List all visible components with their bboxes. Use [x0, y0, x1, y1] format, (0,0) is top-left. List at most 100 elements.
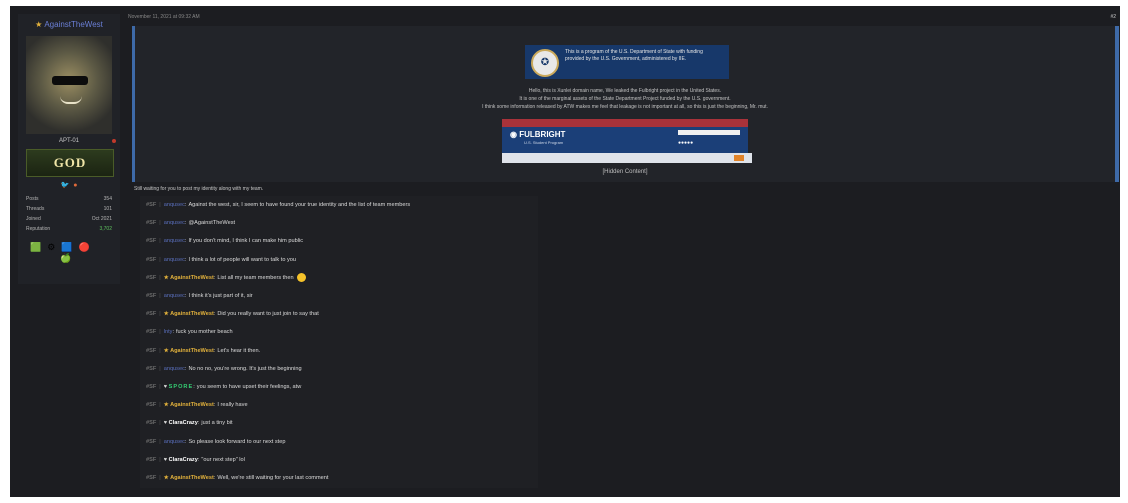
message-line-3: I think some information released by ATW…	[482, 104, 768, 110]
chat-username[interactable]: ClaraCrazy	[164, 457, 198, 463]
chat-separator: |	[159, 420, 161, 427]
chat-separator: |	[159, 347, 161, 354]
chat-username[interactable]: anqusec	[164, 220, 185, 226]
chat-text: I really have	[217, 402, 248, 409]
chat-username[interactable]: AgainstTheWest	[164, 402, 214, 408]
message-line-2: It is one of the marginal assets of the …	[519, 96, 731, 102]
chat-username[interactable]: anqusec	[164, 366, 185, 372]
award-icon[interactable]: 🔴	[79, 242, 90, 252]
chat-message: #SF|AgainstTheWest:Let's hear it then.	[140, 342, 538, 360]
avatar[interactable]	[26, 36, 112, 134]
chat-message: #SF | anqusec: I think a lot of people will…	[140, 251, 538, 269]
chat-separator: |	[159, 274, 161, 281]
chat-tag: #SF	[146, 383, 157, 390]
award-icon[interactable]: ⚙	[47, 242, 55, 252]
avatar-smile	[60, 96, 82, 104]
award-icon[interactable]: 🟦	[61, 242, 72, 252]
reddit-icon[interactable]: ●	[73, 182, 77, 189]
chat-username[interactable]: anqusec	[164, 439, 185, 445]
chat-username[interactable]: ClaraCrazy	[164, 420, 198, 426]
chat-tag: #SF	[146, 329, 157, 336]
chat-separator: |	[159, 256, 161, 263]
fulbright-navbar	[502, 153, 752, 163]
post-number[interactable]: #2	[1110, 14, 1116, 20]
chat-tag: #SF	[146, 365, 157, 372]
chat-message: #SF|ClaraCrazy:"our next step" lol	[140, 451, 538, 469]
chat-text: No no no, you're wrong. It's just the be…	[188, 365, 302, 372]
chat-separator: |	[159, 293, 161, 300]
fulbright-search	[678, 130, 740, 135]
award-icon[interactable]: 🍏	[60, 253, 71, 263]
chat-colon: :	[184, 365, 187, 372]
chat-separator: |	[159, 202, 161, 209]
chat-username[interactable]: anqusec	[164, 238, 185, 244]
chat-username[interactable]: lnty	[164, 329, 173, 335]
user-sidebar: ★ AgainstTheWest APT-01 GOD 🐦 ● Posts 354 T…	[18, 14, 120, 284]
chat-message: #SF | anqusec: I think it's just part of it…	[140, 287, 538, 305]
chat-username[interactable]: SPORE	[164, 384, 193, 390]
chat-tag: #SF	[146, 202, 157, 209]
award-icon[interactable]: 🟩	[30, 242, 41, 252]
chat-tag: #SF	[146, 311, 157, 318]
chat-text: Did you really want to just join to say …	[217, 311, 319, 318]
award-icons: 🟩 ⚙ 🟦 🔴 🍏	[30, 242, 110, 264]
chat-separator: |	[159, 438, 161, 445]
stat-reputation: Reputation 3,702	[26, 226, 112, 232]
chat-tag: #SF	[146, 293, 157, 300]
chat-separator: |	[159, 238, 161, 245]
chat-username[interactable]: AgainstTheWest	[164, 275, 214, 281]
chat-message: #SF|SPORE:you seem to have upset their f…	[140, 378, 538, 396]
chat-separator: |	[159, 383, 161, 390]
chat-message: #SF | anqusec: Against the west, sir, I see…	[140, 196, 538, 214]
chat-separator: |	[159, 456, 161, 463]
chat-username[interactable]: AgainstTheWest	[164, 311, 214, 317]
chat-colon: :	[184, 293, 187, 300]
chat-colon: :	[197, 456, 200, 463]
chat-separator: |	[159, 365, 161, 372]
chat-colon: :	[172, 329, 174, 336]
chat-text: fuck you mother beach	[176, 329, 233, 336]
user-title: APT-01	[18, 138, 120, 144]
waiting-text: Still waiting for you to post my identit…	[134, 186, 264, 192]
fulbright-topbar	[502, 119, 748, 127]
twitter-icon[interactable]: 🐦	[61, 182, 70, 189]
chat-message: #SF | anqusec: So please look forward to ou…	[140, 432, 538, 450]
message-line-1: Hello, this is Xunlei domain name, We le…	[528, 88, 722, 94]
chat-message: #SF|AgainstTheWest:Did you really want t…	[140, 305, 538, 323]
hidden-content[interactable]: [Hidden Content]	[135, 169, 1115, 175]
chat-text: Let's hear it then.	[217, 347, 261, 354]
chat-message: #SF | lnty: fuck you mother beach	[140, 323, 538, 341]
chat-username[interactable]: anqusec	[164, 202, 185, 208]
chat-username[interactable]: anqusec	[164, 257, 185, 263]
chat-message: #SF|AgainstTheWest:Well, we're still wai…	[140, 469, 538, 487]
chat-text: Against the west, sir, I seem to have fo…	[188, 202, 411, 209]
social-icons: 🐦 ●	[18, 181, 120, 189]
shoutbox-log: #SF | anqusec: Against the west, sir, I see…	[140, 196, 538, 488]
chat-colon: :	[184, 202, 187, 209]
chat-text: Well, we're still waiting for your last …	[217, 474, 329, 481]
globe-icon: ◉	[510, 130, 517, 139]
chat-text: I think a lot of people will want to tal…	[188, 256, 297, 263]
chat-username[interactable]: anqusec	[164, 293, 185, 299]
quote-block: ✪ This is a program of the U.S. Departme…	[132, 26, 1119, 182]
chat-tag: #SF	[146, 256, 157, 263]
chat-tag: #SF	[146, 456, 157, 463]
fulbright-social-icons: ●●●●●	[678, 140, 694, 146]
chat-message: #SF | anqusec: No no no, you're wrong. It's…	[140, 360, 538, 378]
stat-threads: Threads 101	[26, 206, 112, 212]
chat-separator: |	[159, 220, 161, 227]
forum-post-frame: ★ AgainstTheWest APT-01 GOD 🐦 ● Posts 354 T…	[10, 6, 1120, 497]
chat-username[interactable]: AgainstTheWest	[164, 475, 214, 481]
chat-username[interactable]: AgainstTheWest	[164, 348, 214, 354]
chat-colon: :	[184, 220, 187, 227]
stat-joined: Joined Oct 2021	[26, 216, 112, 222]
chat-message: #SF|AgainstTheWest:List all my team memb…	[140, 269, 538, 287]
chat-colon: :	[213, 311, 216, 318]
chat-text: @AgainstTheWest	[188, 220, 236, 227]
fulbright-screenshot: ◉ FULBRIGHT U.S. Student Program ●●●●●	[502, 119, 752, 163]
chat-text: you seem to have upset their feelings, a…	[196, 383, 302, 390]
chat-text: just a tiny bit	[201, 420, 233, 427]
chat-message: #SF | anqusec: If you don't mind, I think I…	[140, 232, 538, 250]
username-link[interactable]: ★ AgainstTheWest	[18, 20, 120, 29]
post-date: November 11, 2021 at 09:32 AM	[128, 14, 200, 20]
